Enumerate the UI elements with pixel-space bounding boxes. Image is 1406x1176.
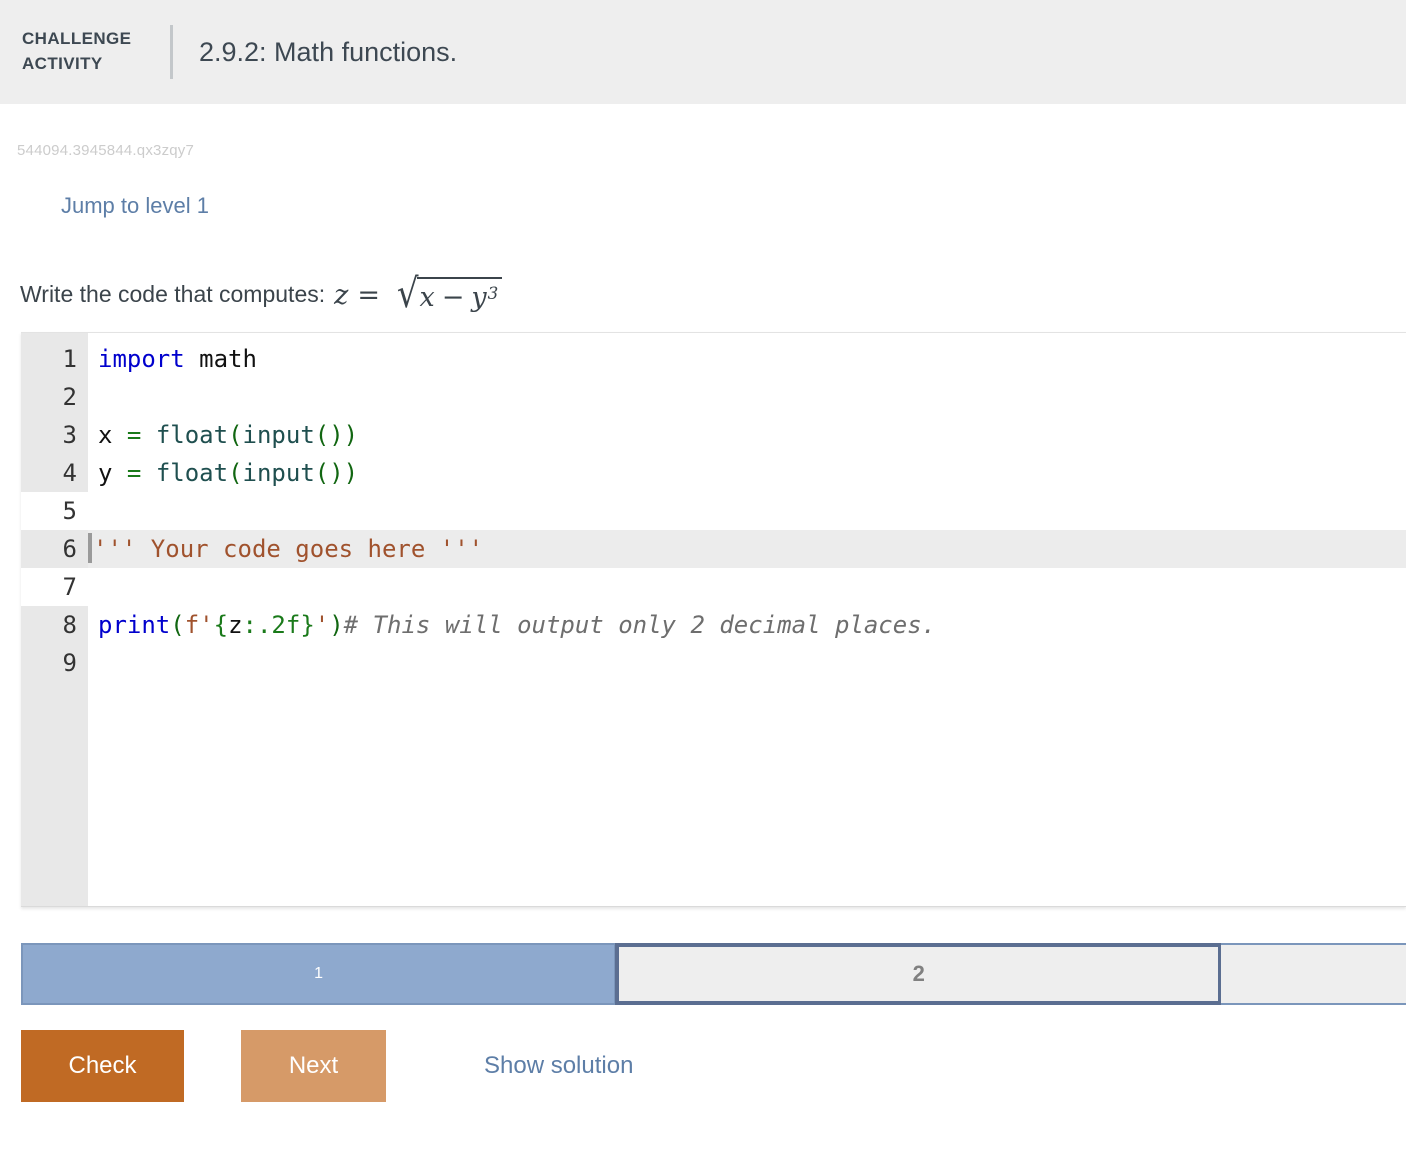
formula-minus: − (441, 282, 465, 313)
code-token: ) (329, 611, 344, 639)
progress-segment-2[interactable]: 2 (615, 943, 1223, 1005)
activity-title: 2.9.2: Math functions. (199, 36, 458, 67)
line-number: 5 (21, 492, 88, 530)
code-line[interactable]: print(f'{z:.2f}')# This will output only… (88, 606, 1406, 644)
progress-segment-1[interactable]: 1 (21, 943, 617, 1005)
line-number: 8 (62, 611, 77, 639)
code-token: ''' Your code goes here ''' (93, 535, 484, 563)
code-token: float (155, 421, 229, 449)
code-token: y (98, 459, 127, 487)
code-token: z (228, 611, 243, 639)
jump-to-level-link[interactable]: Jump to level 1 (61, 193, 209, 219)
header-divider (170, 25, 173, 79)
code-token: # This will output only 2 decimal places… (343, 611, 937, 639)
line-number: 4 (62, 459, 77, 487)
code-token: () (314, 459, 344, 487)
prompt-text: Write the code that computes: (20, 280, 326, 307)
line-number: 2 (62, 383, 77, 411)
prompt-row: Write the code that computes: z = √ x − … (20, 271, 1406, 319)
activity-kicker-line1: CHALLENGE (22, 29, 132, 49)
formula-term-y: y (471, 282, 487, 313)
line-number: 7 (21, 568, 88, 606)
code-token: { (213, 611, 229, 639)
code-line[interactable]: import math (88, 340, 1406, 378)
show-solution-link[interactable]: Show solution (484, 1052, 633, 1080)
formula-radicand: x − y3 (417, 277, 503, 313)
code-line[interactable] (88, 644, 1406, 682)
code-token: math (184, 345, 257, 373)
next-button[interactable]: Next (241, 1030, 386, 1102)
code-token: print (98, 611, 171, 639)
progress-bar: 12 (21, 943, 1406, 1005)
activity-header: CHALLENGE ACTIVITY 2.9.2: Math functions… (0, 0, 1406, 104)
line-number: 6 (62, 535, 77, 563)
line-number: 3 (62, 421, 77, 449)
activity-kicker-line2: ACTIVITY (22, 54, 103, 73)
code-token: input (242, 459, 315, 487)
code-token: () (314, 421, 344, 449)
formula-lhs: z (334, 279, 349, 311)
line-number: 1 (62, 345, 77, 373)
code-token: x (98, 421, 127, 449)
code-token: input (242, 421, 315, 449)
code-line[interactable]: ''' Your code goes here ''' (88, 530, 1406, 568)
action-bar: Check Next Show solution (21, 1030, 633, 1102)
code-line[interactable] (88, 492, 1406, 530)
code-token: ( (228, 421, 243, 449)
formula-equals: = (357, 279, 380, 311)
code-token: float (155, 459, 229, 487)
code-line[interactable] (88, 378, 1406, 416)
code-token: ( (228, 459, 243, 487)
line-number-gutter: 1 2 3 4 5 6 7 8 9 (21, 333, 88, 906)
code-token: } (300, 611, 315, 639)
code-token: ' (314, 611, 330, 639)
code-editor[interactable]: 123456789 import math x = float(input())… (21, 332, 1406, 907)
code-line[interactable]: y = float(input()) (88, 454, 1406, 492)
line-number: 9 (62, 649, 77, 677)
activity-body: 544094.3945844.qx3zqy7 Jump to level 1 W… (0, 104, 1406, 907)
progress-segment-label: 2 (912, 961, 925, 986)
formula: z = √ x − y3 (334, 271, 503, 317)
code-token: ) (343, 421, 359, 449)
code-line[interactable] (88, 568, 1406, 606)
formula-exponent: 3 (487, 282, 499, 303)
formula-radical: √ x − y3 (395, 271, 503, 317)
radical-sign-icon: √ (396, 271, 419, 317)
activity-id: 544094.3945844.qx3zqy7 (17, 142, 195, 159)
code-token: = (126, 421, 142, 449)
code-token: import (98, 345, 185, 373)
activity-kicker: CHALLENGE ACTIVITY (22, 27, 152, 76)
code-token: ) (343, 459, 359, 487)
code-line[interactable]: x = float(input()) (88, 416, 1406, 454)
code-token: :.2f (242, 611, 301, 639)
code-area[interactable]: import math x = float(input()) y = float(… (88, 333, 1406, 906)
formula-term-x: x (419, 282, 435, 313)
progress-segment-3[interactable] (1221, 943, 1406, 1005)
check-button[interactable]: Check (21, 1030, 184, 1102)
code-token: = (126, 459, 142, 487)
text-cursor (88, 533, 92, 563)
progress-segment-label: 1 (314, 965, 324, 982)
code-token: f' (184, 611, 214, 639)
code-token: ( (170, 611, 185, 639)
